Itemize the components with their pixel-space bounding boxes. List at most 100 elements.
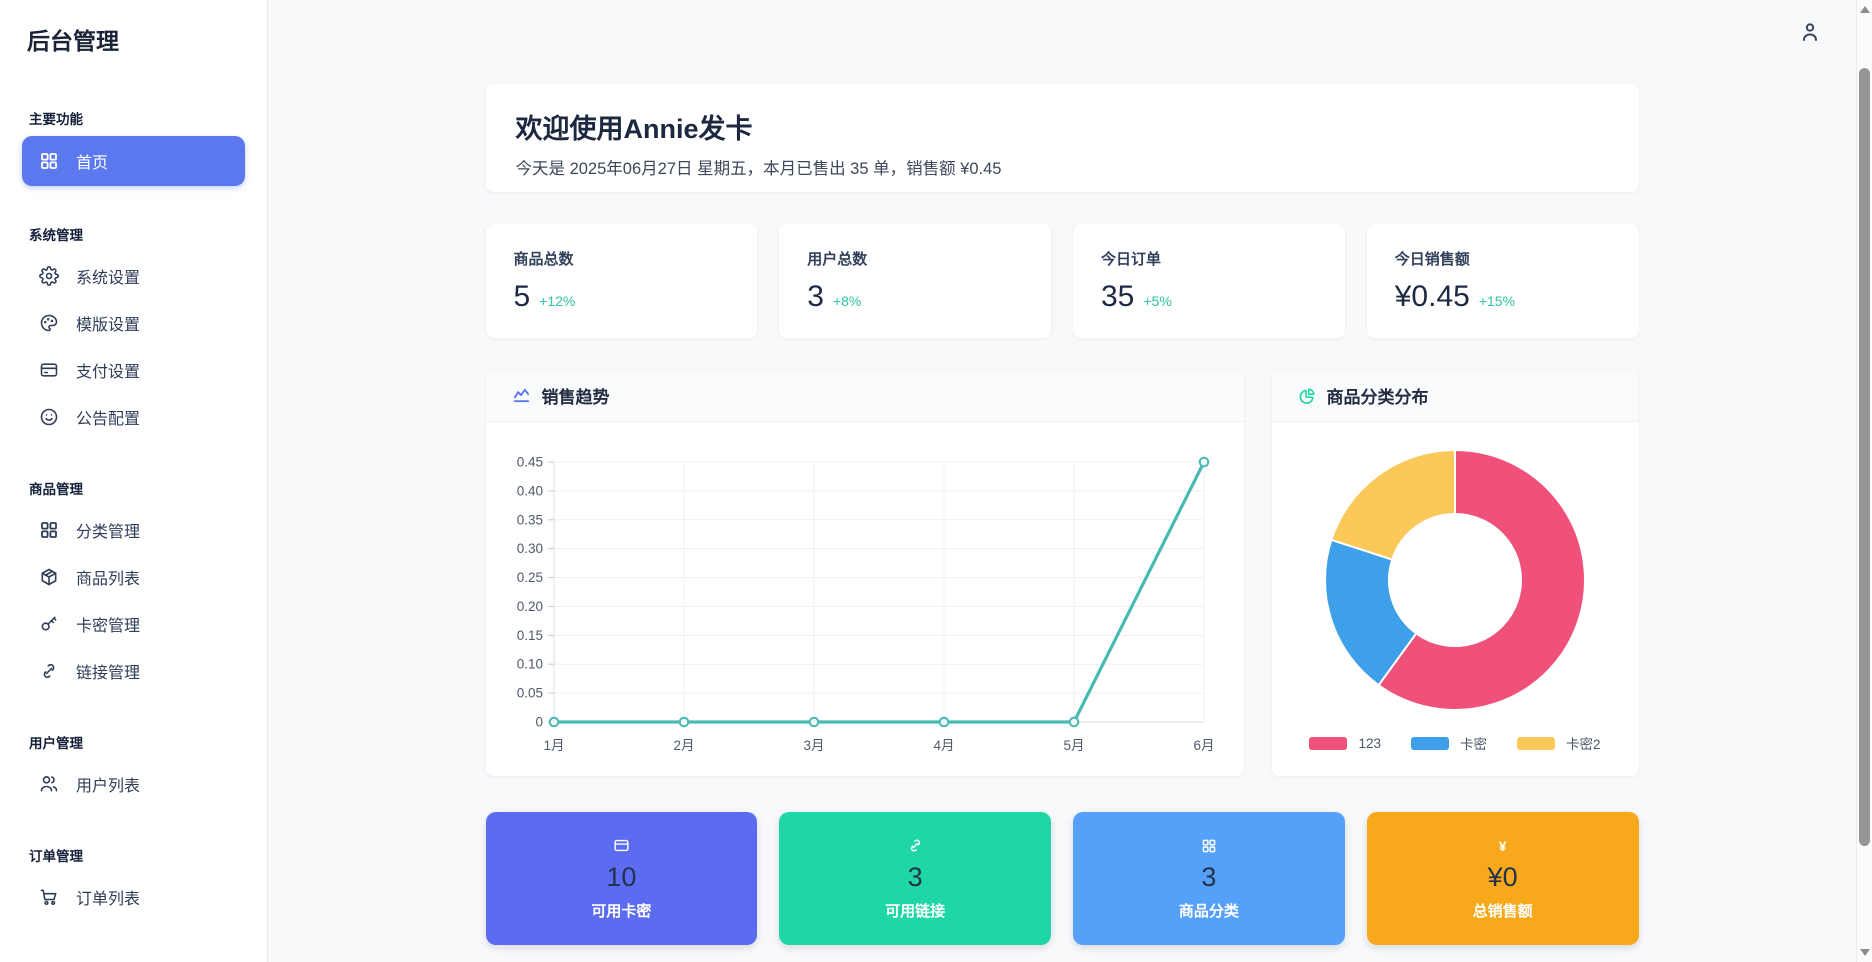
sidebar: 后台管理 主要功能 首页 系统管理 系统设置 模版设置 支付设置 公告配置 商品…: [0, 0, 268, 962]
sidebar-item-label: 模版设置: [76, 316, 141, 334]
sidebar-item-announcement-config[interactable]: 公告配置: [22, 393, 245, 440]
category-donut-chart: [1272, 422, 1639, 725]
sidebar-item-card-key-management[interactable]: 卡密管理: [22, 600, 245, 647]
stat-change-badge: +5%: [1143, 293, 1172, 309]
summary-card-total-sales: ¥ ¥0 总销售额: [1366, 812, 1639, 945]
sales-trend-title: 销售趋势: [541, 388, 610, 407]
legend-swatch: [1517, 736, 1555, 750]
nav-section-system: 系统管理: [29, 228, 83, 243]
category-distribution-card: 商品分类分布 123 卡密 卡密2: [1271, 370, 1639, 776]
stat-value: ¥0.45: [1394, 280, 1470, 313]
sidebar-item-home[interactable]: 首页: [22, 136, 245, 186]
svg-text:0.35: 0.35: [516, 512, 542, 527]
package-icon: [38, 567, 60, 587]
sidebar-item-user-list[interactable]: 用户列表: [22, 760, 245, 807]
svg-text:2月: 2月: [673, 738, 694, 753]
link-icon: [907, 837, 924, 855]
legend-label: 卡密2: [1566, 737, 1601, 752]
sidebar-item-template-settings[interactable]: 模版设置: [22, 299, 245, 346]
app-title: 后台管理: [27, 28, 119, 54]
summary-label: 可用链接: [885, 902, 946, 920]
welcome-subtitle: 今天是 2025年06月27日 星期五，本月已售出 35 单，销售额 ¥0.45: [515, 160, 1002, 178]
nav-section-products: 商品管理: [29, 482, 83, 497]
svg-text:0.40: 0.40: [516, 483, 542, 498]
stat-card-sales-today: 今日销售额 ¥0.45 +15%: [1366, 224, 1639, 338]
sidebar-item-link-management[interactable]: 链接管理: [22, 647, 245, 694]
sales-trend-chart: 0 0.05 0.10 0.15 0.20 0.25 0.30 0.35 0.40 0.45 1月 2…: [486, 422, 1244, 776]
scrollbar-thumb[interactable]: [1859, 68, 1870, 846]
grid-icon: [38, 520, 60, 540]
welcome-title: 欢迎使用Annie发卡: [515, 114, 753, 144]
stat-label: 今日订单: [1101, 251, 1162, 268]
legend-label: 123: [1358, 735, 1381, 751]
sidebar-item-label: 商品列表: [76, 570, 141, 588]
users-icon: [38, 774, 60, 794]
palette-icon: [38, 313, 60, 333]
svg-text:0.30: 0.30: [516, 541, 542, 556]
summary-label: 商品分类: [1178, 902, 1239, 920]
sidebar-item-label: 链接管理: [76, 664, 141, 682]
summary-value: 10: [606, 861, 637, 892]
sidebar-item-category-management[interactable]: 分类管理: [22, 506, 245, 553]
cart-icon: [38, 887, 60, 907]
user-icon[interactable]: [1798, 20, 1822, 44]
summary-label: 总销售额: [1472, 902, 1533, 920]
pie-legend: 123 卡密 卡密2: [1309, 733, 1601, 753]
summary-value: 3: [907, 861, 923, 892]
legend-swatch: [1411, 736, 1449, 750]
sidebar-item-system-settings[interactable]: 系统设置: [22, 252, 245, 299]
key-icon: [38, 614, 60, 634]
stat-value: 3: [807, 280, 824, 313]
svg-text:0.20: 0.20: [516, 599, 542, 614]
legend-item[interactable]: 卡密: [1411, 733, 1487, 753]
svg-text:0.25: 0.25: [516, 570, 542, 585]
summary-value: ¥0: [1487, 861, 1518, 892]
sidebar-item-label: 系统设置: [76, 269, 141, 287]
stat-change-badge: +15%: [1478, 293, 1516, 309]
scroll-up-icon[interactable]: [1860, 6, 1870, 13]
topbar: [268, 0, 1856, 64]
nav-section-users: 用户管理: [29, 736, 83, 751]
sidebar-item-label: 用户列表: [76, 777, 141, 795]
nav-section-orders: 订单管理: [29, 849, 83, 864]
nav-section-main: 主要功能: [29, 112, 83, 127]
legend-item[interactable]: 123: [1309, 736, 1381, 751]
summary-card-available-links: 3 可用链接: [779, 812, 1051, 945]
pie-chart-icon: [1298, 387, 1316, 405]
sidebar-item-payment-settings[interactable]: 支付设置: [22, 346, 245, 393]
vertical-scrollbar[interactable]: [1856, 0, 1872, 962]
sidebar-item-product-list[interactable]: 商品列表: [22, 553, 245, 600]
svg-text:0.15: 0.15: [516, 628, 542, 643]
scroll-down-icon[interactable]: [1860, 949, 1870, 956]
stat-card-orders-today: 今日订单 35 +5%: [1073, 224, 1345, 338]
legend-swatch: [1309, 736, 1348, 750]
sidebar-item-label: 支付设置: [76, 363, 141, 381]
stat-card-users: 用户总数 3 +8%: [779, 224, 1051, 338]
summary-row: 10 可用卡密 3 可用链接 3 商品分类 ¥ ¥0 总销售额: [485, 812, 1639, 945]
yen-icon: ¥: [1498, 837, 1507, 854]
svg-text:0.45: 0.45: [516, 455, 542, 470]
category-distribution-title: 商品分类分布: [1326, 388, 1429, 407]
legend-label: 卡密: [1460, 737, 1487, 752]
legend-item[interactable]: 卡密2: [1517, 733, 1601, 753]
grid-icon: [1201, 837, 1217, 855]
trend-chart-icon: [512, 386, 531, 405]
stat-change-badge: +12%: [539, 293, 576, 309]
sales-trend-card: 销售趋势 0 0.05 0.10 0.15 0.20 0.25 0.30 0.35 0.40 0.…: [485, 370, 1244, 776]
sidebar-item-label: 卡密管理: [76, 617, 141, 635]
summary-card-available-keys: 10 可用卡密: [485, 812, 758, 945]
stat-card-products: 商品总数 5 +12%: [485, 224, 758, 338]
charts-row: 销售趋势 0 0.05 0.10 0.15 0.20 0.25 0.30 0.35 0.40 0.…: [485, 370, 1639, 776]
svg-text:1月: 1月: [543, 738, 564, 753]
svg-text:3月: 3月: [803, 738, 824, 753]
svg-text:6月: 6月: [1193, 738, 1214, 753]
sidebar-item-label: 分类管理: [76, 523, 141, 541]
summary-value: 3: [1201, 861, 1217, 892]
sidebar-item-order-list[interactable]: 订单列表: [22, 873, 245, 920]
welcome-card: 欢迎使用Annie发卡 今天是 2025年06月27日 星期五，本月已售出 35…: [485, 84, 1639, 192]
main-content: 欢迎使用Annie发卡 今天是 2025年06月27日 星期五，本月已售出 35…: [268, 0, 1872, 962]
sidebar-item-label: 订单列表: [76, 890, 141, 908]
sidebar-item-label: 首页: [76, 155, 109, 172]
smiley-icon: [38, 407, 60, 427]
stat-label: 商品总数: [513, 251, 574, 268]
